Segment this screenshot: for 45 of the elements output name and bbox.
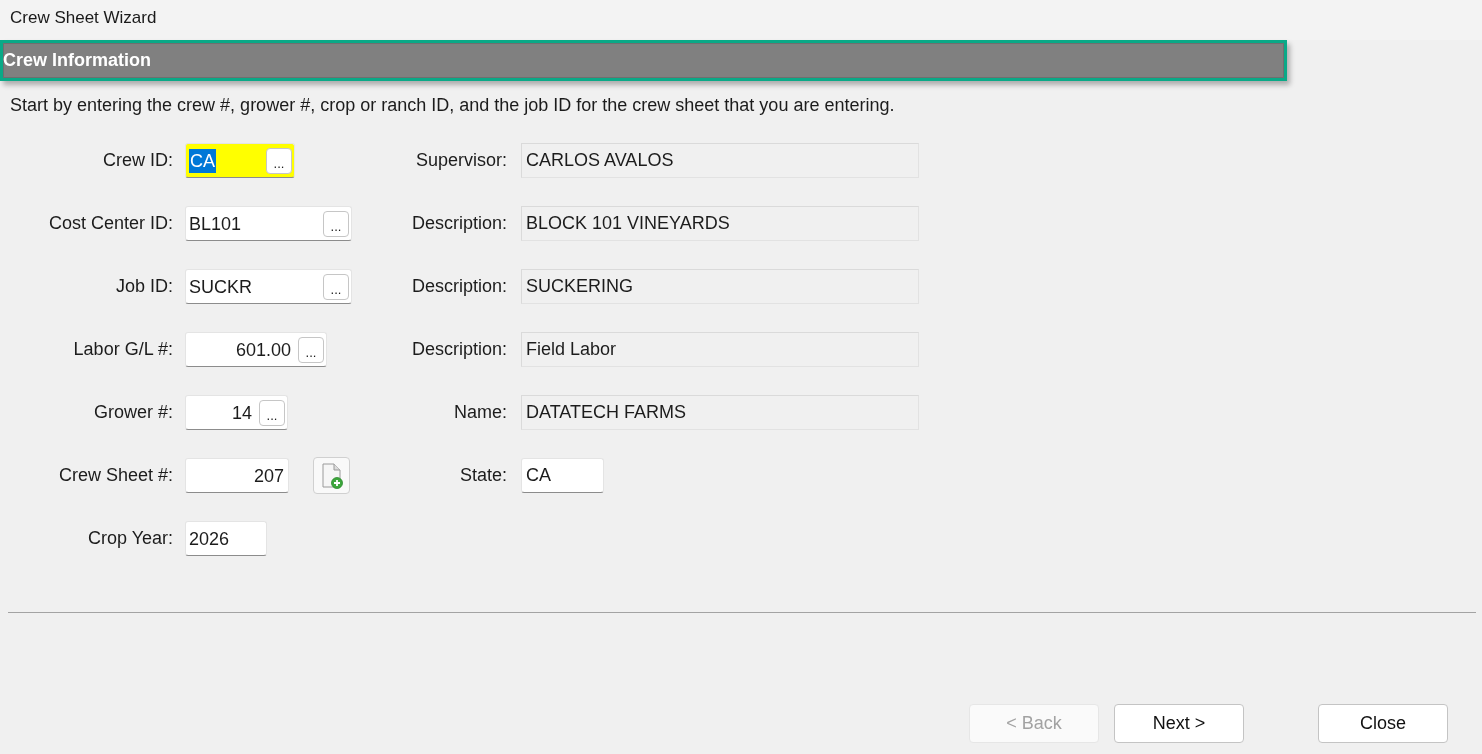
field-label: Job ID: [115, 276, 173, 296]
field-label: Labor G/L #: [73, 339, 173, 359]
field-value: SUCKR [189, 275, 252, 299]
field-value: CA [189, 148, 216, 173]
field-value: BL101 [189, 212, 242, 236]
field-label: Crew Sheet #: [58, 465, 173, 485]
input-field[interactable]: CA ... [185, 143, 295, 178]
field-label: State: [459, 465, 507, 485]
field-value: 207 [253, 464, 285, 488]
section-header: Crew Information [0, 40, 1287, 81]
input-field[interactable]: 2026 [185, 521, 267, 556]
new-sheet-button[interactable] [313, 457, 350, 494]
browse-button[interactable]: ... [266, 147, 292, 174]
browse-button[interactable]: ... [323, 273, 349, 300]
field-value: 601.00 [235, 338, 292, 362]
field-label: Crew ID: [103, 150, 173, 170]
browse-button[interactable]: ... [323, 210, 349, 237]
readonly-field: CARLOS AVALOS [521, 143, 919, 178]
input-field[interactable]: 207 [185, 458, 289, 493]
field-label: Grower #: [93, 402, 173, 422]
window-title: Crew Sheet Wizard [10, 8, 157, 28]
field-label: Crop Year: [87, 528, 173, 548]
readonly-field: BLOCK 101 VINEYARDS [521, 206, 919, 241]
field-label: Supervisor: [415, 150, 507, 170]
readonly-field: SUCKERING [521, 269, 919, 304]
field-label: Description: [411, 276, 507, 296]
browse-button[interactable]: ... [259, 399, 285, 426]
input-field[interactable]: BL101 ... [185, 206, 352, 241]
field-value: 14 [231, 401, 253, 425]
field-value: 2026 [189, 527, 230, 551]
field-label: Name: [454, 402, 507, 422]
input-field[interactable]: 14 ... [185, 395, 288, 430]
readonly-field: DATATECH FARMS [521, 395, 919, 430]
readonly-field: Field Labor [521, 332, 919, 367]
field-label: Description: [411, 213, 507, 233]
input-field[interactable]: CA [521, 458, 604, 493]
field-label: Description: [411, 339, 507, 359]
input-field[interactable]: SUCKR ... [185, 269, 352, 304]
document-plus-icon [320, 462, 343, 489]
browse-button[interactable]: ... [298, 336, 324, 363]
next-button[interactable]: Next > [1114, 704, 1244, 743]
field-label: Cost Center ID: [48, 213, 173, 233]
close-button[interactable]: Close [1318, 704, 1448, 743]
input-field[interactable]: 601.00 ... [185, 332, 327, 367]
instruction-text: Start by entering the crew #, grower #, crop or ranch ID, and the job ID for the crew sheet that you are entering. [10, 94, 896, 116]
